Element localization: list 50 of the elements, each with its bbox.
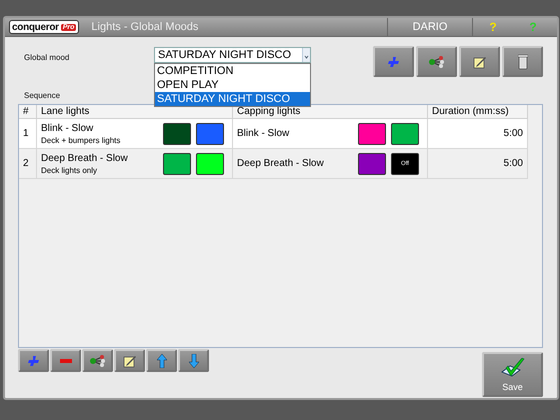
add-button[interactable] — [373, 46, 414, 77]
section-label: Sequence — [24, 91, 60, 100]
effect-name: Blink - Slow — [237, 128, 290, 139]
column-header: # — [19, 105, 37, 119]
link-button[interactable] — [82, 349, 113, 372]
caret-icon — [302, 48, 310, 62]
remove-button[interactable] — [50, 349, 81, 372]
effect-note: Deck + bumpers lights — [41, 136, 122, 144]
window-title: Lights - Global Moods — [91, 21, 200, 33]
field-label: Global mood — [24, 53, 70, 62]
network-icon — [88, 354, 106, 366]
color-swatch[interactable] — [196, 152, 224, 174]
move-down-button[interactable] — [178, 349, 209, 372]
duration: 5:00 — [504, 128, 523, 139]
arrow-down-icon — [188, 354, 198, 368]
plus-icon — [388, 56, 400, 68]
effect-name: Blink - Slow — [41, 122, 94, 134]
color-swatch[interactable] — [391, 122, 419, 144]
column-header: Duration (mm:ss) — [428, 105, 528, 119]
move-up-button[interactable] — [146, 349, 177, 372]
network-icon — [428, 56, 446, 68]
color-swatch[interactable] — [163, 152, 191, 174]
color-swatch[interactable] — [163, 122, 191, 144]
effect-name: Deep Breath - Slow — [41, 152, 129, 164]
effect-note: Deck lights only — [41, 166, 98, 174]
color-swatch[interactable] — [358, 122, 386, 144]
plus-icon — [28, 354, 40, 366]
row-number: 1 — [23, 128, 29, 139]
user-name: DARIO — [387, 18, 473, 36]
delete-button[interactable] — [502, 46, 543, 77]
save-button[interactable]: Save — [482, 352, 543, 397]
dropdown-option[interactable]: SATURDAY NIGHT DISCO — [155, 92, 310, 106]
column-header: Capping lights — [233, 105, 428, 119]
effect-name: Deep Breath - Slow — [237, 158, 324, 169]
duration: 5:00 — [504, 158, 523, 169]
trash-icon — [518, 54, 528, 70]
check-icon — [500, 358, 526, 380]
color-swatch[interactable] — [196, 122, 224, 144]
notepad-pencil-icon — [472, 54, 486, 68]
add-button[interactable] — [18, 349, 49, 372]
mood-dropdown[interactable]: SATURDAY NIGHT DISCO — [154, 47, 311, 63]
edit-button[interactable] — [114, 349, 145, 372]
row-number: 2 — [23, 158, 29, 169]
notepad-pencil-icon — [122, 354, 136, 368]
link-button[interactable] — [416, 46, 457, 77]
arrow-up-icon — [156, 354, 166, 368]
minus-icon — [60, 358, 72, 362]
edit-button[interactable] — [459, 46, 500, 77]
color-swatch[interactable] — [358, 152, 386, 174]
column-header: Lane lights — [37, 105, 233, 119]
